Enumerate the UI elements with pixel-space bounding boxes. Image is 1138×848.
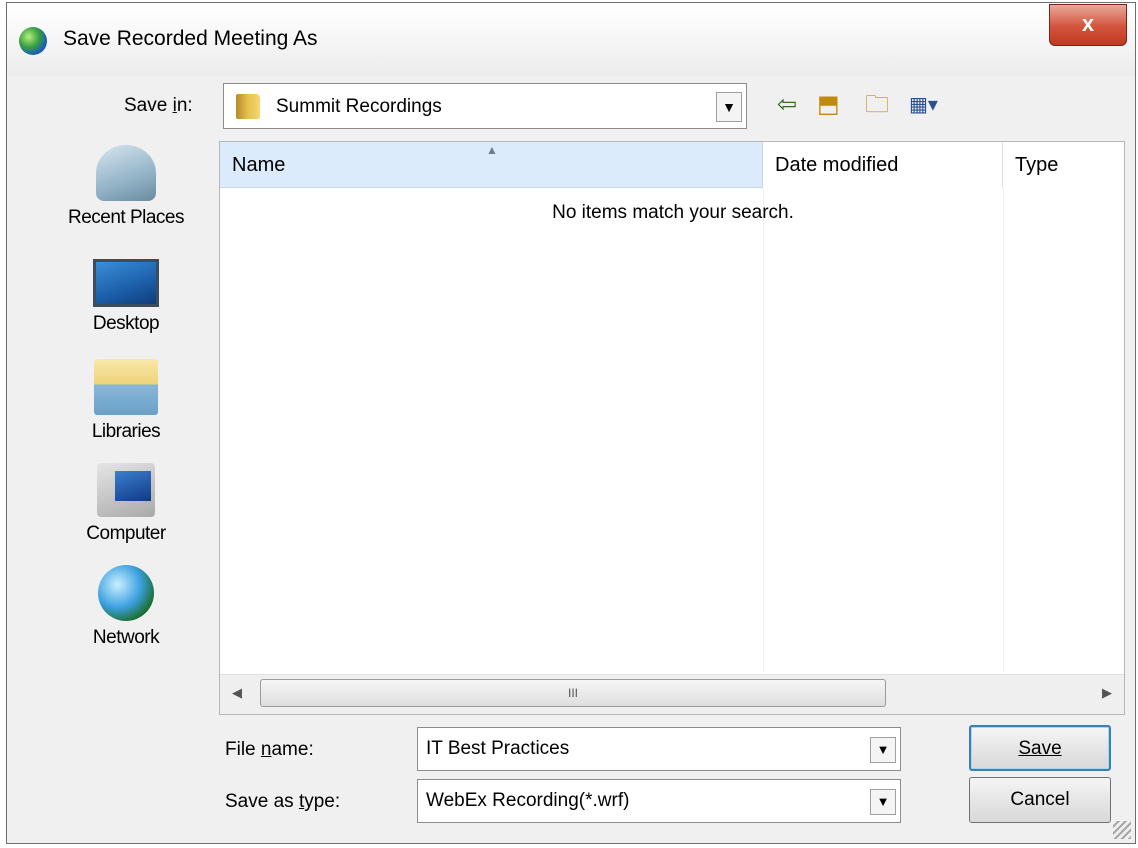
place-libraries[interactable]: Libraries (41, 359, 211, 443)
column-divider (1003, 188, 1004, 672)
empty-list-message: No items match your search. (552, 202, 794, 223)
save-as-type-dropdown[interactable]: WebEx Recording(*.wrf) ▼ (417, 779, 901, 823)
scroll-left-arrow-icon[interactable]: ◀ (232, 685, 242, 701)
view-menu-icon[interactable]: ▦▾ (909, 91, 938, 119)
place-label: Recent Places (67, 207, 185, 228)
save-in-label: Save in: (124, 95, 193, 116)
save-dialog-window: Save Recorded Meeting As x Save in: Summ… (6, 2, 1136, 844)
title-bar[interactable]: Save Recorded Meeting As x (7, 3, 1135, 76)
libraries-icon (94, 359, 158, 415)
column-header-label: Name (232, 154, 286, 176)
save-as-type-label: Save as type: (225, 791, 341, 812)
save-button-label: Save (1018, 738, 1062, 759)
save-button[interactable]: Save (969, 725, 1111, 771)
place-network[interactable]: Network (41, 565, 211, 649)
window-title: Save Recorded Meeting As (63, 27, 318, 50)
save-in-dropdown[interactable]: Summit Recordings ▼ (223, 83, 747, 129)
place-recent-places[interactable]: Recent Places (41, 145, 211, 229)
file-list-header: Name ▲ Date modified Type (220, 142, 1124, 188)
save-as-type-dropdown-arrow[interactable]: ▼ (870, 789, 896, 815)
place-label: Computer (86, 523, 166, 544)
desktop-icon (93, 259, 159, 307)
file-name-value: IT Best Practices (426, 738, 570, 759)
cancel-button[interactable]: Cancel (969, 777, 1111, 823)
file-list[interactable]: Name ▲ Date modified Type No items match… (219, 141, 1125, 715)
scroll-right-arrow-icon[interactable]: ▶ (1102, 685, 1112, 701)
column-header-date-modified[interactable]: Date modified (763, 142, 1003, 188)
save-in-dropdown-arrow[interactable]: ▼ (716, 92, 742, 122)
network-icon (98, 565, 154, 621)
computer-icon (97, 463, 155, 517)
back-arrow-icon[interactable]: ⇦ (777, 91, 797, 119)
place-desktop[interactable]: Desktop (41, 259, 211, 335)
new-folder-icon[interactable]: 🗀 (865, 91, 889, 119)
place-label: Desktop (92, 313, 160, 334)
save-as-type-value: WebEx Recording(*.wrf) (426, 790, 630, 811)
column-divider (763, 188, 764, 672)
recent-places-icon (96, 145, 156, 201)
folder-icon (236, 94, 260, 119)
column-header-type[interactable]: Type (1003, 142, 1124, 188)
webex-globe-icon (19, 27, 47, 55)
place-label: Network (92, 627, 160, 648)
resize-grip-icon[interactable] (1113, 821, 1131, 839)
file-name-dropdown-arrow[interactable]: ▼ (870, 737, 896, 763)
sort-ascending-icon: ▲ (486, 143, 498, 157)
close-button[interactable]: x (1049, 4, 1127, 46)
scroll-thumb[interactable]: III (260, 679, 886, 707)
file-name-label: File name: (225, 739, 314, 760)
place-label: Libraries (91, 421, 161, 442)
column-header-name[interactable]: Name ▲ (220, 142, 763, 188)
file-name-input[interactable]: IT Best Practices ▼ (417, 727, 901, 771)
place-computer[interactable]: Computer (41, 463, 211, 545)
save-in-value: Summit Recordings (276, 96, 442, 117)
up-one-level-icon[interactable]: ⬒ (817, 91, 840, 119)
horizontal-scrollbar[interactable]: ◀ III ▶ (220, 674, 1124, 714)
